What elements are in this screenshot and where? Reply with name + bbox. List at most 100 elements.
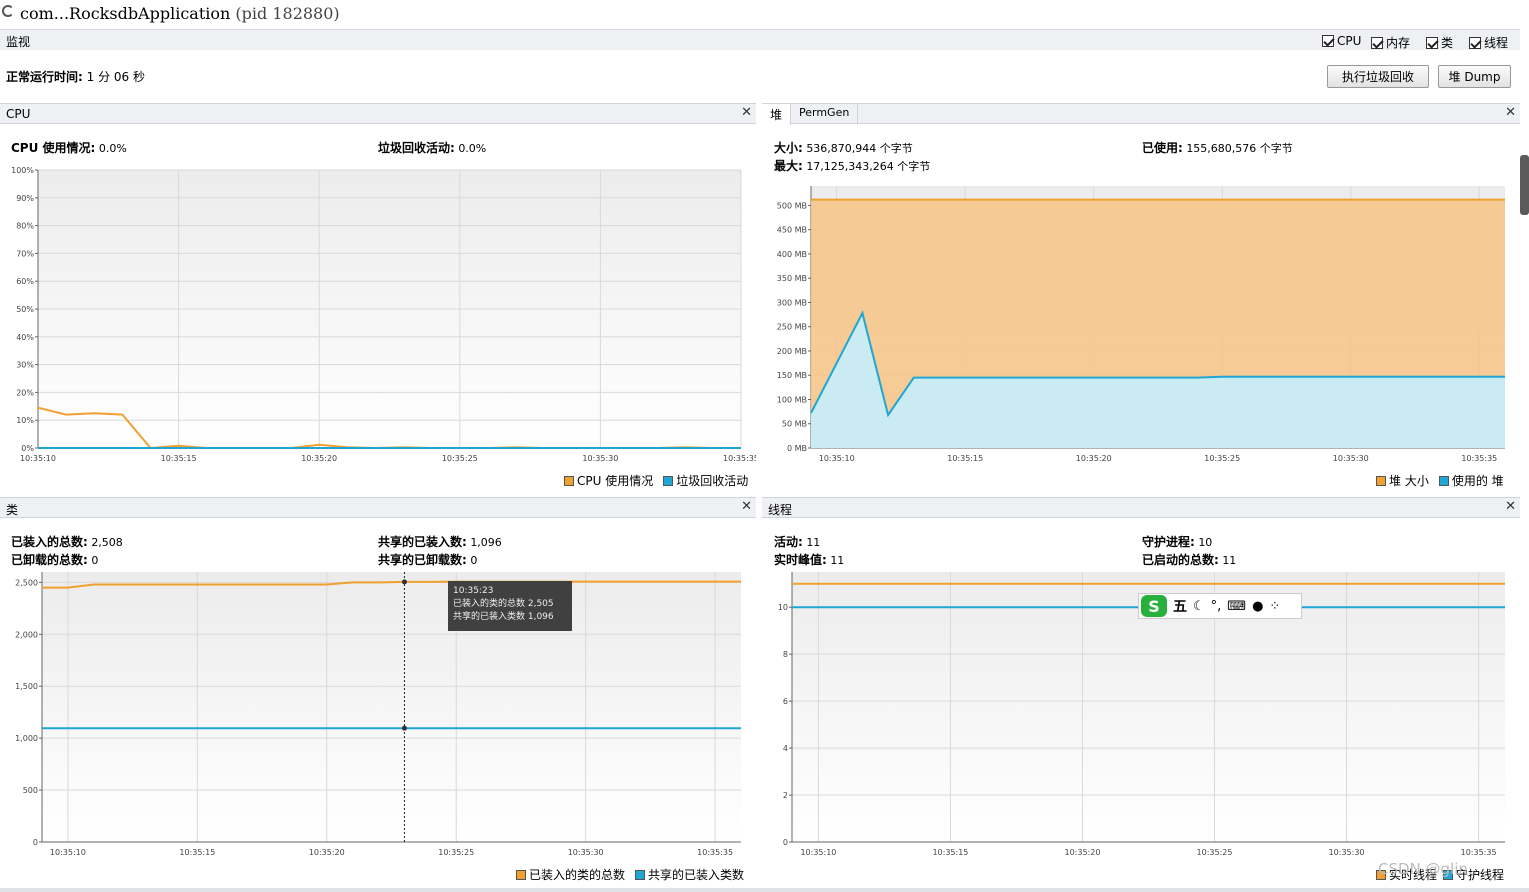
checkbox-classes[interactable]: 类 [1426,34,1453,51]
tab-heap[interactable]: 堆 [762,104,792,125]
x-tick-label: 10:35:35 [723,454,756,463]
stat-value: 17,125,343,264 个字节 [806,160,931,173]
uptime-value: 1 分 06 秒 [86,70,145,84]
perform-gc-button[interactable]: 执行垃圾回收 [1327,65,1429,88]
hover-point [401,725,407,731]
cpu-legend: CPU 使用情况 垃圾回收活动 [564,472,748,489]
x-tick-label: 10:35:20 [1065,848,1101,857]
legend-label: 堆 大小 [1389,474,1429,488]
apps-grid-icon[interactable]: ⁘ [1269,599,1280,614]
monitor-toolbar: 监视 CPU 内存 类 线程 [0,29,1520,50]
y-tick-label: 6 [783,697,788,706]
sogou-logo-icon[interactable]: S [1141,595,1167,617]
checkbox-memory[interactable]: 内存 [1371,34,1410,51]
y-tick-label: 350 MB [777,274,807,283]
close-icon[interactable]: ✕ [741,105,752,120]
x-tick-label: 10:35:25 [1204,454,1240,463]
stat-value: 11 [806,536,821,549]
legend-swatch [1438,475,1449,486]
checkbox-label: 线程 [1484,36,1509,50]
stat-value: 11 [830,554,845,567]
y-tick-label: 200 MB [777,347,807,356]
cpu-usage-stat: CPU 使用情况: 0.0% [11,139,127,156]
monitor-label: 监视 [6,35,31,49]
process-id: (pid 182880) [235,4,340,23]
y-tick-label: 50 MB [782,420,807,429]
x-tick-label: 10:35:25 [438,848,474,857]
punctuation-icon[interactable]: °, [1211,599,1222,614]
checkbox-cpu[interactable]: CPU [1322,34,1361,48]
y-tick-label: 90% [16,194,34,203]
stat-label: 大小: [774,141,803,155]
stat-label: 已装入的总数: [11,535,88,549]
legend-swatch [564,475,574,486]
legend-label: CPU 使用情况 [577,474,654,488]
x-tick-label: 10:35:20 [309,848,345,857]
checkbox-label: 内存 [1386,36,1411,50]
threads-panel-title: 线程 [768,503,793,517]
heap-panel-header: 堆 PermGen ✕ [762,103,1520,125]
tab-permgen[interactable]: PermGen [791,104,859,125]
y-tick-label: 250 MB [777,323,807,332]
y-tick-label: 40% [16,333,34,342]
heap-size-stat: 大小: 536,870,944 个字节 [774,139,913,156]
user-icon[interactable]: ● [1252,599,1263,614]
checkbox-threads[interactable]: 线程 [1469,34,1508,51]
x-tick-label: 10:35:15 [932,848,968,857]
stat-value: 155,680,576 个字节 [1186,142,1293,155]
ime-mode[interactable]: 五 [1173,596,1187,616]
legend-label: 共享的已装入类数 [648,868,745,882]
x-tick-label: 10:35:25 [1197,848,1233,857]
legend-swatch [635,869,646,880]
cpu-chart: 0% 10% 20% 30% 40% 50% 60% 70% 80% 90% 100% 10:35:1… [11,166,756,463]
y-tick-label: 500 MB [777,201,807,210]
close-icon[interactable]: ✕ [741,499,752,514]
loading-spinner-icon [2,5,14,17]
stat-value: 0 [91,554,99,567]
checkbox-label: 类 [1441,36,1454,50]
stat-label: 已卸载的总数: [11,553,88,567]
x-tick-label: 10:35:30 [582,454,618,463]
loaded-classes-stat: 已装入的总数: 2,508 [11,533,123,550]
classes-chart: 0 500 1,000 1,500 2,000 2,500 10:35:10 10:35:15… [15,572,741,857]
y-tick-label: 400 MB [777,250,807,259]
y-tick-label: 10 [778,603,788,612]
scrollbar-thumb[interactable] [1520,155,1529,215]
y-tick-label: 450 MB [777,226,807,235]
x-tick-label: 10:35:35 [1461,454,1497,463]
x-tick-label: 10:35:15 [161,454,197,463]
classes-panel-header: 类 ✕ [0,497,756,518]
watermark: CSDN @glin... [1378,860,1483,878]
y-tick-label: 0 [783,838,788,847]
x-tick-label: 10:35:25 [442,454,478,463]
heap-dump-button[interactable]: 堆 Dump [1438,65,1511,88]
tooltip-line: 已装入的类的总数 2,505 [453,599,554,609]
ime-toolbar[interactable]: S 五 ☾ °, ⌨ ● ⁘ [1138,593,1302,619]
y-tick-label: 1,000 [15,734,38,743]
x-tick-label: 10:35:20 [301,454,337,463]
x-tick-label: 10:35:35 [1461,848,1497,857]
live-threads-stat: 活动: 11 [774,533,820,550]
keyboard-icon[interactable]: ⌨ [1227,599,1246,614]
plot-background [42,572,741,842]
stat-value: 0.0% [458,142,487,155]
y-tick-label: 60% [16,277,34,286]
legend-label: 垃圾回收活动 [676,474,749,488]
x-tick-label: 10:35:10 [50,848,86,857]
y-tick-label: 0% [21,444,34,453]
stat-value: 10 [1198,536,1213,549]
moon-icon[interactable]: ☾ [1193,599,1205,614]
x-tick-label: 10:35:15 [179,848,215,857]
close-icon[interactable]: ✕ [1505,105,1516,120]
hover-point [401,579,407,585]
close-icon[interactable]: ✕ [1505,499,1516,514]
stat-value: 0 [470,554,478,567]
heap-max-stat: 最大: 17,125,343,264 个字节 [774,157,930,174]
y-tick-label: 150 MB [777,371,807,380]
y-tick-label: 8 [783,650,788,659]
x-tick-label: 10:35:20 [1076,454,1112,463]
tooltip-line: 共享的已装入类数 1,096 [453,612,554,622]
legend-label: 使用的 堆 [1451,474,1504,488]
stat-label: 垃圾回收活动: [378,141,455,155]
x-tick-label: 10:35:10 [800,848,836,857]
